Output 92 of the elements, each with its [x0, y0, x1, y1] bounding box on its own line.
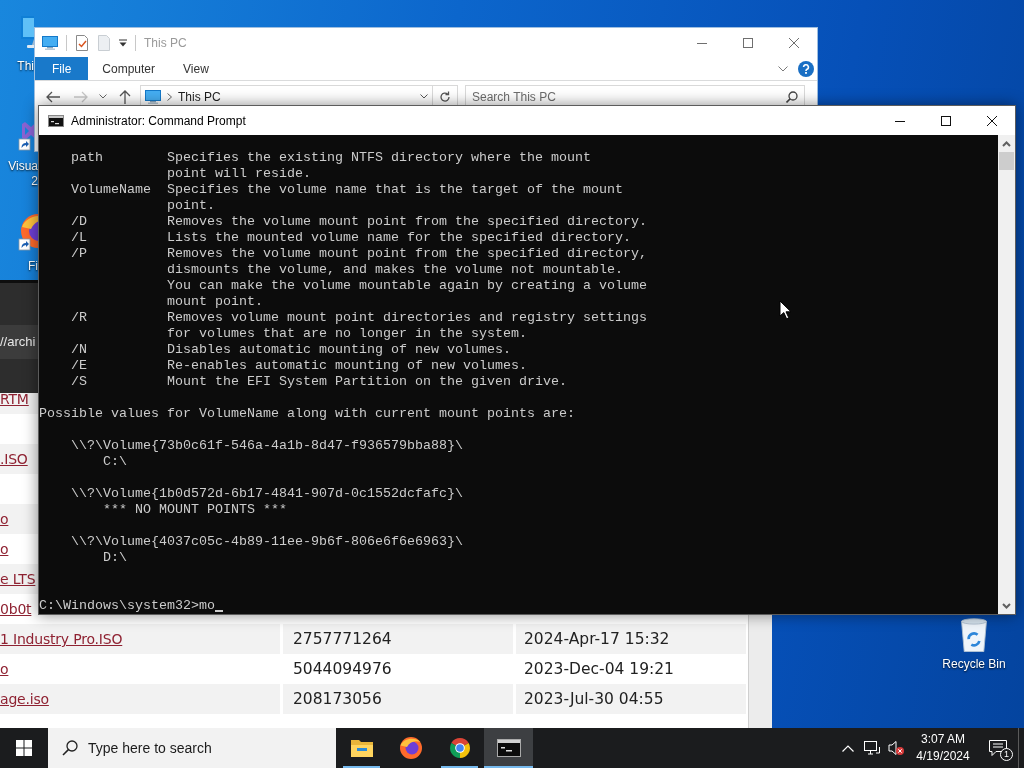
ribbon-tab[interactable]: View	[169, 57, 223, 80]
folder-icon	[349, 737, 374, 759]
address-field[interactable]: //archi	[0, 324, 38, 359]
chevron-down-icon	[420, 94, 428, 99]
file-link[interactable]: RTM	[0, 393, 29, 407]
option-description: Lists the mounted volume name for the specified directory.	[167, 230, 631, 246]
parameter-name: /P	[71, 246, 87, 263]
option-description: Removes volume mount point directories and registry settings for volumes that are no longer in the system.	[167, 310, 647, 342]
option-description: Mount the EFI System Partition on the given drive.	[167, 374, 567, 390]
desktop-icon-label: 2	[31, 174, 38, 189]
network-icon	[864, 740, 880, 756]
desktop-icon-label: Recycle Bin	[942, 657, 1006, 672]
file-link[interactable]: age.iso	[0, 691, 49, 707]
parameter-name: /L	[71, 230, 87, 246]
volume-path: \\?\Volume{73b0c61f-546a-4a1b-8d47-f936579bba88}\	[71, 438, 463, 454]
parameter-name: path	[71, 150, 103, 167]
segmented-circle-icon	[447, 736, 472, 760]
scrollbar[interactable]	[748, 615, 772, 728]
chevron-down-icon	[99, 94, 107, 99]
breadcrumb-link[interactable]: This PC	[178, 89, 221, 104]
fox-globe-icon	[398, 736, 423, 760]
computer-icon[interactable]	[42, 35, 58, 50]
scrollbar[interactable]	[998, 135, 1015, 614]
window-title: This PC	[144, 35, 187, 50]
option-description: Re-enables automatic mounting of new volumes.	[167, 358, 527, 374]
search-icon	[62, 740, 78, 756]
arrow-right-icon	[74, 90, 88, 103]
document-check-icon[interactable]	[75, 34, 89, 51]
table-cell: 208173056	[283, 684, 513, 714]
output-heading: Possible values for VolumeName along with current mount points are:	[39, 406, 575, 422]
console-icon	[48, 114, 64, 127]
option-description: Disables automatic mounting of new volumes.	[167, 342, 511, 358]
computer-icon	[145, 89, 161, 104]
refresh-icon	[439, 90, 451, 103]
desktop-icon-label: Thi	[17, 59, 34, 74]
window-panes-icon	[16, 740, 32, 756]
file-link[interactable]: 0b0t	[0, 601, 32, 617]
close-icon	[789, 37, 799, 48]
mount-point: D:\	[103, 550, 127, 566]
ribbon-tab[interactable]: Computer	[88, 57, 170, 80]
file-link[interactable]: 1 Industry Pro.ISO	[0, 631, 123, 647]
maximize-icon	[941, 115, 951, 126]
table-cell: 2023-Jul-30 04:55	[516, 684, 746, 714]
file-link[interactable]: o	[0, 541, 9, 557]
search-icon	[786, 91, 798, 103]
file-link[interactable]: e LTS	[0, 571, 36, 587]
parameter-name: /E	[71, 358, 87, 374]
file-link[interactable]: o	[0, 661, 9, 677]
chevron-right-icon	[167, 92, 172, 101]
parameter-name: VolumeName	[71, 182, 151, 199]
recycle-bin-icon[interactable]	[958, 617, 990, 652]
speaker-muted-icon	[888, 740, 904, 756]
command-line[interactable]: C:\Windows\system32>mo	[39, 598, 215, 614]
console-icon	[496, 739, 521, 757]
file-link[interactable]: .ISO	[0, 451, 28, 467]
ribbon-tab[interactable]: File	[35, 57, 89, 80]
chevron-up-icon	[1002, 140, 1011, 147]
table-cell: 2757771264	[283, 624, 513, 654]
parameter-name: /S	[71, 374, 87, 390]
maximize-icon	[743, 37, 753, 48]
arrow-left-icon	[46, 90, 60, 103]
window-title: Administrator: Command Prompt	[71, 113, 246, 128]
option-description: Removes the volume mount point from the specified directory, dismounts the volume, and makes the volume not mountable. You can make the volume mountable again by creating a volume mount point.	[167, 246, 647, 310]
search-field[interactable]: Type here to search	[48, 728, 336, 768]
parameter-name: /D	[71, 214, 87, 230]
parameter-name: /N	[71, 342, 87, 358]
chevron-up-icon	[842, 744, 854, 752]
file-link[interactable]: o	[0, 511, 9, 527]
option-description: Removes the volume mount point from the specified directory.	[167, 214, 647, 230]
taskbar-button[interactable]	[484, 728, 533, 768]
mount-point: C:\	[103, 454, 127, 470]
option-description: Specifies the volume name that is the target of the mount point.	[167, 182, 623, 214]
mount-point: *** NO MOUNT POINTS ***	[103, 502, 287, 518]
desktop-icon-label: Fi	[28, 259, 38, 274]
dropdown-icon[interactable]	[119, 38, 127, 47]
clock[interactable]: 3:07 AM 4/19/2024	[908, 728, 978, 768]
notification-icon	[989, 740, 1007, 756]
text-cursor-icon	[214, 610, 223, 612]
mouse-pointer-icon	[779, 300, 792, 320]
chevron-down-icon	[1002, 602, 1011, 609]
scrollbar-thumb[interactable]	[999, 152, 1014, 170]
notifications-button[interactable]: 1	[978, 728, 1018, 768]
help-icon[interactable]	[798, 60, 814, 77]
notification-badge: 1	[1000, 748, 1013, 761]
option-description: Specifies the existing NTFS directory where the mount point will reside.	[167, 150, 591, 182]
desktop-icon-label: Visua	[8, 159, 38, 174]
parameter-name: /R	[71, 310, 87, 327]
chevron-down-icon[interactable]	[778, 65, 788, 72]
close-icon	[987, 115, 997, 126]
volume-path: \\?\Volume{1b0d572d-6b17-4841-907d-0c1552dcfafc}\	[71, 486, 463, 502]
table-cell: 2024-Apr-17 15:32	[516, 624, 746, 654]
volume-path: \\?\Volume{4037c05c-4b89-11ee-9b6f-806e6f6e6963}\	[71, 534, 463, 550]
